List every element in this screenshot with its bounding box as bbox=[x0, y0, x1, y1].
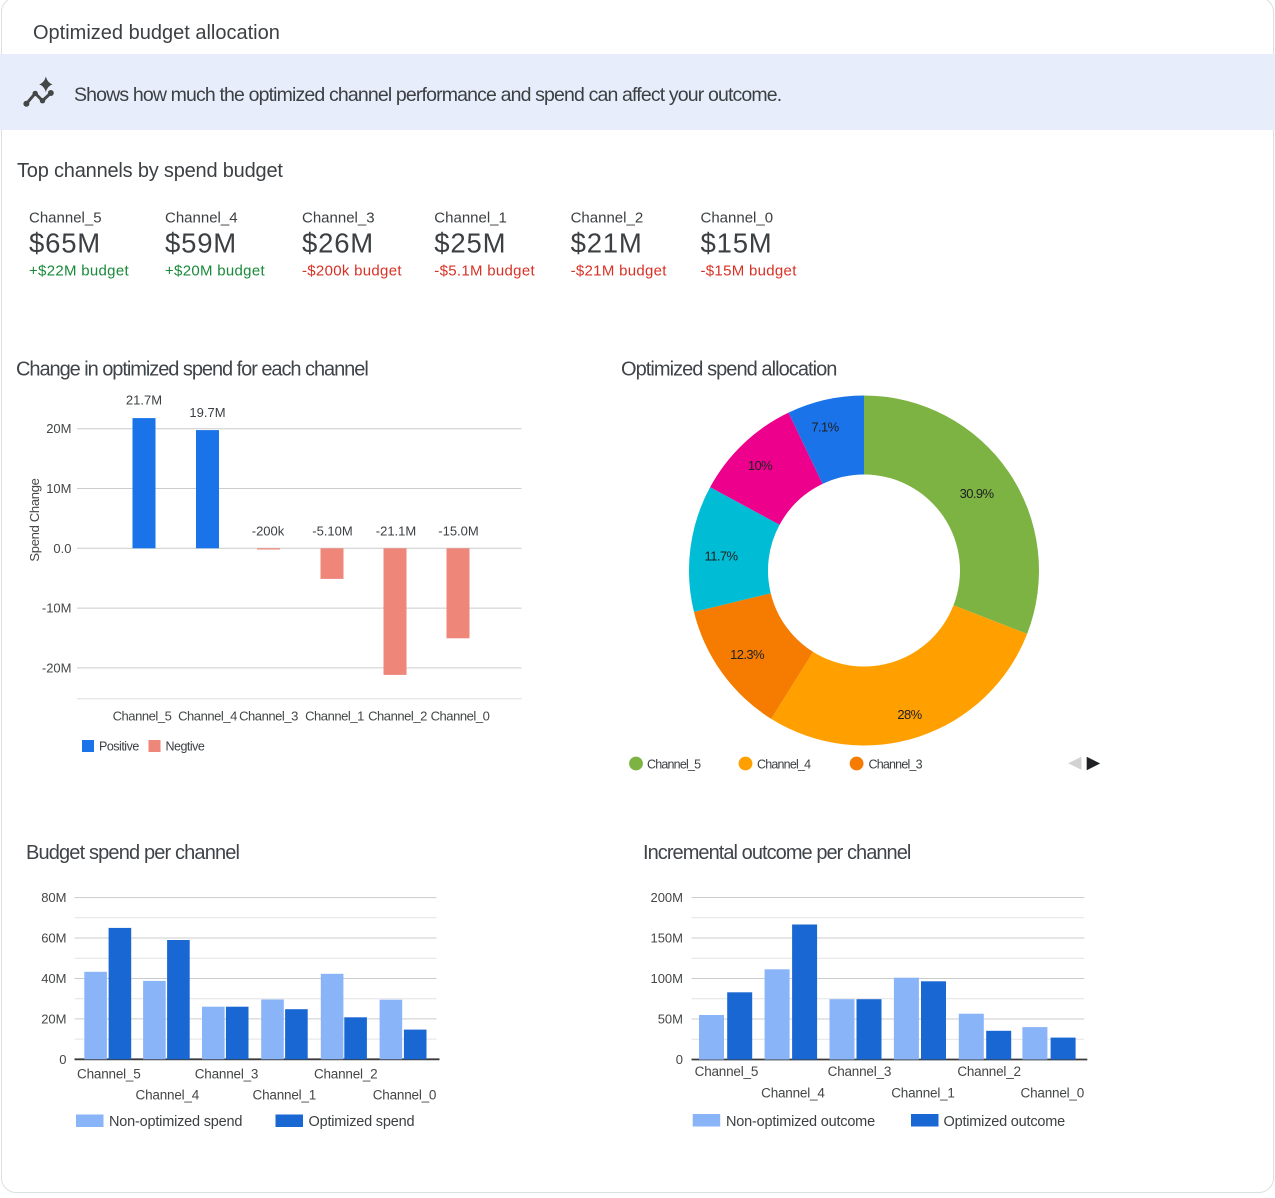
svg-text:10M: 10M bbox=[46, 481, 71, 496]
svg-text:80M: 80M bbox=[41, 890, 66, 905]
svg-text:$65M: $65M bbox=[29, 228, 101, 259]
svg-text:Positive: Positive bbox=[99, 740, 139, 754]
svg-text:Channel_2: Channel_2 bbox=[571, 210, 644, 227]
svg-text:$21M: $21M bbox=[571, 228, 643, 259]
svg-text:28%: 28% bbox=[897, 707, 922, 722]
svg-text:Optimized spend: Optimized spend bbox=[309, 1114, 415, 1130]
svg-text:Channel_0: Channel_0 bbox=[431, 708, 490, 723]
svg-text:Shows how much the optimized c: Shows how much the optimized channel per… bbox=[74, 84, 781, 106]
svg-text:Incremental outcome per channe: Incremental outcome per channel bbox=[643, 842, 911, 864]
svg-text:Channel_3: Channel_3 bbox=[869, 758, 923, 772]
svg-text:-10M: -10M bbox=[42, 601, 72, 616]
svg-text:Channel_2: Channel_2 bbox=[368, 708, 427, 723]
svg-text:-15.0M: -15.0M bbox=[438, 524, 478, 539]
svg-text:0.0: 0.0 bbox=[53, 541, 71, 556]
svg-text:Channel_4: Channel_4 bbox=[757, 758, 811, 772]
svg-text:Channel_3: Channel_3 bbox=[195, 1067, 259, 1082]
svg-text:Channel_4: Channel_4 bbox=[136, 1088, 200, 1103]
svg-text:Change in optimized spend for: Change in optimized spend for each chann… bbox=[16, 359, 368, 381]
svg-text:200M: 200M bbox=[650, 890, 683, 905]
svg-text:40M: 40M bbox=[41, 971, 66, 986]
svg-text:150M: 150M bbox=[650, 931, 683, 946]
svg-text:Channel_3: Channel_3 bbox=[239, 708, 298, 723]
svg-text:-200k: -200k bbox=[252, 524, 285, 539]
svg-text:Channel_4: Channel_4 bbox=[165, 210, 238, 227]
svg-text:Optimized spend allocation: Optimized spend allocation bbox=[621, 359, 836, 381]
svg-text:-21.1M: -21.1M bbox=[376, 524, 416, 539]
svg-text:100M: 100M bbox=[650, 971, 683, 986]
svg-text:$25M: $25M bbox=[434, 228, 506, 259]
svg-text:+$22M budget: +$22M budget bbox=[29, 262, 129, 279]
svg-text:-20M: -20M bbox=[42, 660, 72, 675]
svg-text:Channel_0: Channel_0 bbox=[1021, 1085, 1085, 1100]
svg-text:11.7%: 11.7% bbox=[705, 548, 739, 563]
svg-text:Optimized budget allocation: Optimized budget allocation bbox=[33, 22, 280, 44]
svg-text:Channel_2: Channel_2 bbox=[314, 1067, 378, 1082]
svg-text:Channel_2: Channel_2 bbox=[957, 1064, 1021, 1079]
svg-text:Channel_0: Channel_0 bbox=[373, 1088, 437, 1103]
svg-text:30.9%: 30.9% bbox=[960, 486, 995, 501]
svg-text:$15M: $15M bbox=[701, 228, 773, 259]
svg-text:-$15M budget: -$15M budget bbox=[701, 262, 798, 279]
svg-text:-$200k budget: -$200k budget bbox=[302, 262, 402, 279]
svg-text:Channel_5: Channel_5 bbox=[113, 708, 172, 723]
svg-text:Non-optimized spend: Non-optimized spend bbox=[109, 1114, 242, 1130]
svg-text:Channel_5: Channel_5 bbox=[647, 758, 701, 772]
svg-text:Channel_3: Channel_3 bbox=[828, 1064, 892, 1079]
svg-text:7.1%: 7.1% bbox=[811, 419, 839, 434]
svg-text:Channel_5: Channel_5 bbox=[77, 1067, 141, 1082]
svg-text:Channel_4: Channel_4 bbox=[178, 708, 237, 723]
svg-text:Channel_5: Channel_5 bbox=[29, 210, 102, 227]
svg-text:Optimized outcome: Optimized outcome bbox=[944, 1114, 1066, 1130]
svg-text:50M: 50M bbox=[658, 1012, 683, 1027]
svg-text:$59M: $59M bbox=[165, 228, 237, 259]
svg-text:60M: 60M bbox=[41, 931, 66, 946]
svg-text:10%: 10% bbox=[748, 458, 773, 473]
svg-text:-5.10M: -5.10M bbox=[312, 524, 352, 539]
svg-text:Budget spend per channel: Budget spend per channel bbox=[26, 842, 240, 864]
svg-text:Channel_4: Channel_4 bbox=[761, 1085, 825, 1100]
svg-text:0: 0 bbox=[676, 1052, 683, 1067]
svg-text:Channel_1: Channel_1 bbox=[253, 1088, 317, 1103]
svg-text:12.3%: 12.3% bbox=[730, 647, 765, 662]
svg-text:Channel_1: Channel_1 bbox=[305, 708, 364, 723]
svg-text:Channel_5: Channel_5 bbox=[695, 1064, 759, 1079]
svg-text:0: 0 bbox=[59, 1052, 66, 1067]
svg-text:20M: 20M bbox=[41, 1011, 66, 1026]
svg-text:Negtive: Negtive bbox=[166, 740, 205, 754]
svg-text:Spend Change: Spend Change bbox=[27, 478, 42, 561]
svg-text:$26M: $26M bbox=[302, 228, 374, 259]
svg-text:20M: 20M bbox=[46, 421, 71, 436]
svg-text:Channel_0: Channel_0 bbox=[701, 210, 774, 227]
svg-text:Channel_1: Channel_1 bbox=[434, 210, 507, 227]
svg-text:-$5.1M budget: -$5.1M budget bbox=[434, 262, 535, 279]
svg-text:19.7M: 19.7M bbox=[189, 405, 225, 420]
svg-text:Top channels by spend budget: Top channels by spend budget bbox=[17, 160, 283, 182]
svg-text:21.7M: 21.7M bbox=[126, 393, 162, 408]
svg-text:Non-optimized outcome: Non-optimized outcome bbox=[726, 1114, 875, 1130]
svg-text:+$20M budget: +$20M budget bbox=[165, 262, 265, 279]
svg-text:Channel_3: Channel_3 bbox=[302, 210, 375, 227]
svg-text:Channel_1: Channel_1 bbox=[891, 1085, 955, 1100]
svg-text:-$21M budget: -$21M budget bbox=[571, 262, 668, 279]
